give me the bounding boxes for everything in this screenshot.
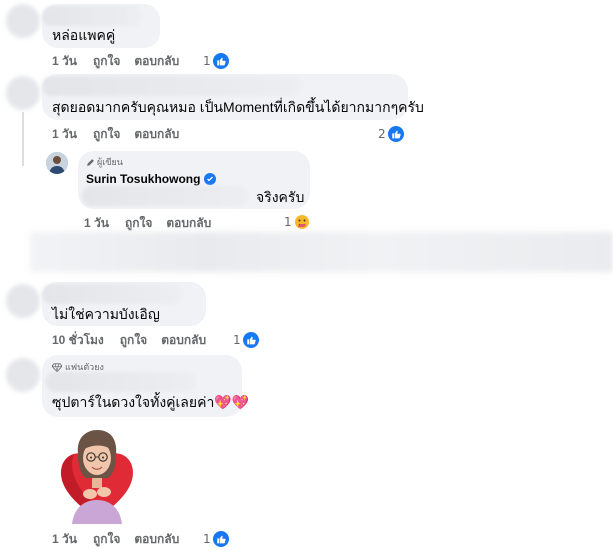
reply-link[interactable]: ตอบกลับ [166, 214, 211, 233]
like-link[interactable]: ถูกใจ [120, 331, 147, 350]
pencil-icon [87, 158, 94, 166]
comment-text: สุดยอดมากครับคุณหมอ เป็นMomentที่เกิดขึ้… [52, 99, 424, 115]
blurred-region [30, 232, 613, 272]
comment-text: หล่อแพคคู่ [52, 27, 116, 43]
comment-timestamp[interactable]: 1 วัน [52, 530, 77, 549]
like-icon [212, 531, 229, 547]
reply-text: จริงครับ [256, 189, 305, 205]
reaction-summary[interactable]: 1 [233, 331, 259, 349]
comment-bubble: หล่อแพคคู่ [42, 4, 160, 48]
commenter-avatar[interactable] [6, 76, 40, 110]
like-icon [242, 332, 259, 348]
blurred-name [42, 284, 182, 304]
comment-timestamp[interactable]: 1 วัน [52, 125, 77, 144]
comment-actions: 1 วัน ถูกใจ ตอบกลับ [52, 125, 179, 143]
reaction-summary[interactable]: 1 [284, 213, 310, 231]
reply-link[interactable]: ตอบกลับ [134, 530, 179, 549]
reaction-summary[interactable]: 2 [378, 125, 404, 143]
comment-timestamp[interactable]: 1 วัน [52, 52, 77, 71]
reply-link[interactable]: ตอบกลับ [134, 52, 179, 71]
like-link[interactable]: ถูกใจ [125, 214, 152, 233]
care-emoji-icon [294, 214, 310, 230]
comment-actions: 1 วัน ถูกใจ ตอบกลับ [84, 214, 211, 232]
commenter-avatar[interactable] [6, 284, 40, 318]
reaction-count: 1 [203, 532, 211, 546]
blurred-name [46, 372, 196, 392]
comment-timestamp[interactable]: 10 ชั่วโมง [52, 331, 104, 350]
comment-timestamp[interactable]: 1 วัน [84, 214, 109, 233]
comment-actions: 10 ชั่วโมง ถูกใจ ตอบกลับ [52, 331, 206, 349]
thread-line [22, 112, 24, 166]
reply-link[interactable]: ตอบกลับ [161, 331, 206, 350]
like-link[interactable]: ถูกใจ [93, 125, 120, 144]
reply-bubble: ผู้เขียน Surin Tosukhowong จริงครับ [78, 151, 310, 209]
avatar-heart-sticker[interactable] [56, 428, 138, 524]
commenter-avatar[interactable] [6, 4, 40, 38]
author-avatar[interactable] [46, 152, 68, 174]
comment-text: ไม่ใช่ความบังเอิญ [52, 306, 160, 322]
blurred-name [42, 6, 142, 26]
comment-text: ซุปตาร์ในดวงใจทั้งคู่เลยค่า💖💖 [52, 394, 250, 410]
like-link[interactable]: ถูกใจ [93, 52, 120, 71]
author-badge: ผู้เขียน [86, 155, 123, 169]
commenter-avatar[interactable] [6, 358, 40, 392]
comment-bubble: สุดยอดมากครับคุณหมอ เป็นMomentที่เกิดขึ้… [42, 74, 424, 120]
comment-bubble: ไม่ใช่ความบังเอิญ [42, 282, 206, 326]
author-name-text[interactable]: Surin Tosukhowong [86, 172, 200, 186]
like-icon [212, 53, 229, 69]
author-name[interactable]: Surin Tosukhowong [86, 172, 217, 186]
badge-label: ผู้เขียน [97, 157, 123, 167]
diamond-icon [52, 362, 62, 372]
comment-actions: 1 วัน ถูกใจ ตอบกลับ [52, 530, 179, 548]
reaction-summary[interactable]: 1 [203, 52, 229, 70]
reaction-summary[interactable]: 1 [203, 530, 229, 548]
reply-link[interactable]: ตอบกลับ [134, 125, 179, 144]
reaction-count: 1 [203, 54, 211, 68]
reaction-count: 1 [284, 215, 292, 229]
blurred-name [42, 76, 302, 96]
reaction-count: 1 [233, 333, 241, 347]
verified-badge-icon [204, 173, 217, 185]
like-icon [387, 126, 404, 142]
comment-actions: 1 วัน ถูกใจ ตอบกลับ [52, 52, 179, 70]
blurred-mention [82, 186, 248, 206]
comment-bubble: แฟนตัวยง ซุปตาร์ในดวงใจทั้งคู่เลยค่า💖💖 [42, 355, 249, 417]
like-link[interactable]: ถูกใจ [93, 530, 120, 549]
reaction-count: 2 [378, 127, 386, 141]
